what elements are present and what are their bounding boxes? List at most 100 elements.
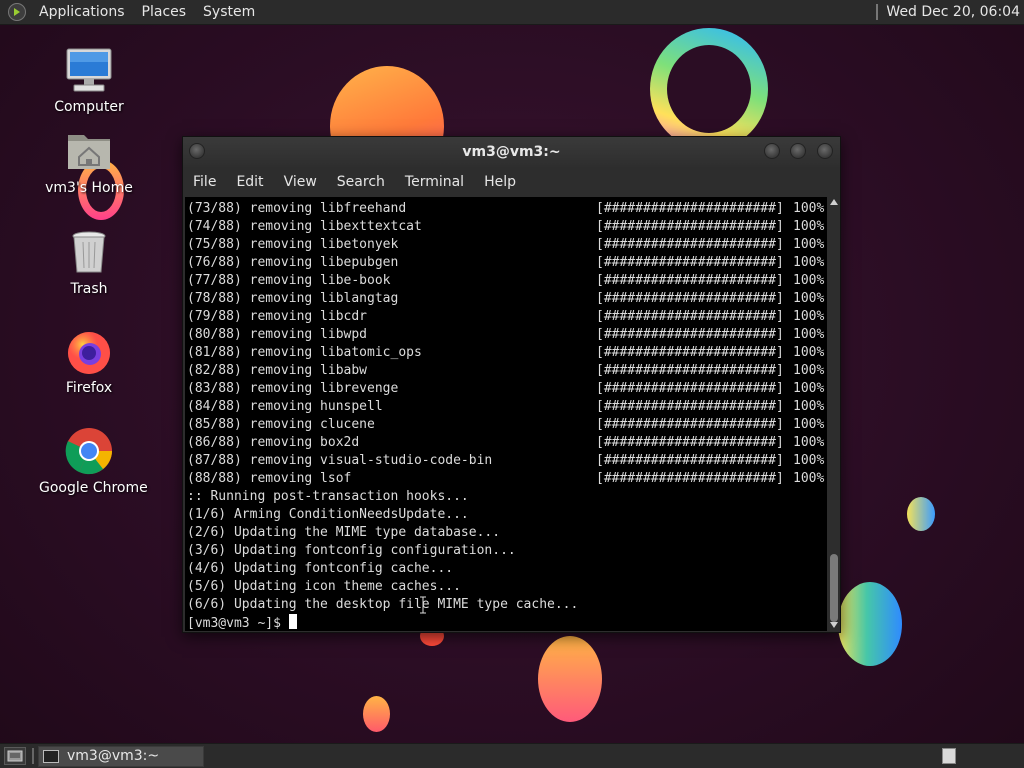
progress-percent: 100%: [793, 291, 825, 306]
removal-text: (85/88) removing clucene: [187, 417, 375, 432]
hook-line: (5/6) Updating icon theme caches...: [187, 579, 461, 594]
removal-line: (81/88) removing libatomic_ops [#########…: [187, 344, 827, 362]
applications-menu[interactable]: Applications: [35, 2, 129, 22]
removal-text: (73/88) removing libfreehand: [187, 201, 407, 216]
progress-percent: 100%: [793, 417, 825, 432]
menu-view[interactable]: View: [274, 167, 327, 197]
desktop-icon-label: vm3's Home: [45, 180, 133, 196]
removal-text: (74/88) removing libexttextcat: [187, 219, 422, 234]
removal-line: (79/88) removing libcdr [################…: [187, 308, 827, 326]
removal-text: (75/88) removing libetonyek: [187, 237, 399, 252]
progress-percent: 100%: [793, 345, 825, 360]
terminal-cursor: [288, 614, 297, 629]
terminal-output[interactable]: (73/88) removing libfreehand [###########…: [185, 197, 827, 631]
progress-bar-text: [######################]: [596, 201, 784, 216]
removal-text: (77/88) removing libe-book: [187, 273, 391, 288]
removal-text: (84/88) removing hunspell: [187, 399, 383, 414]
menu-terminal[interactable]: Terminal: [395, 167, 474, 197]
progress-bar-text: [######################]: [596, 363, 784, 378]
panel-right-area: Wed Dec 20, 06:04: [876, 0, 1024, 25]
places-menu[interactable]: Places: [138, 2, 191, 22]
progress-percent: 100%: [793, 273, 825, 288]
progress-percent: 100%: [793, 399, 825, 414]
scroll-thumb[interactable]: [830, 554, 838, 622]
menu-help[interactable]: Help: [474, 167, 526, 197]
maximize-button[interactable]: [790, 143, 806, 159]
removal-line: (86/88) removing box2d [#################…: [187, 434, 827, 452]
wallpaper-ring: [650, 28, 768, 150]
desktop-icon-label: Trash: [70, 281, 108, 297]
hook-log: :: Running post-transaction hooks... (1/6…: [187, 488, 827, 614]
progress-percent: 100%: [793, 471, 825, 486]
taskbar-item-label: vm3@vm3:~: [67, 748, 160, 764]
close-button[interactable]: [817, 143, 833, 159]
hook-line: (2/6) Updating the MIME type database...: [187, 525, 501, 540]
progress-bar-text: [######################]: [596, 471, 784, 486]
progress-percent: 100%: [793, 309, 825, 324]
hook-line: (6/6) Updating the desktop file MIME typ…: [187, 597, 579, 612]
terminal-menubar: File Edit View Search Terminal Help: [183, 167, 840, 197]
scroll-down-arrow-icon[interactable]: [830, 622, 838, 628]
removal-line: (80/88) removing libwpd [################…: [187, 326, 827, 344]
progress-bar-text: [######################]: [596, 237, 784, 252]
removal-text: (88/88) removing lsof: [187, 471, 352, 486]
removal-line: (82/88) removing libabw [################…: [187, 362, 827, 380]
firefox-icon: [65, 327, 113, 375]
panel-separator: [876, 4, 879, 20]
removal-text: (81/88) removing libatomic_ops: [187, 345, 422, 360]
menu-edit[interactable]: Edit: [226, 167, 273, 197]
removal-line: (85/88) removing clucene [###############…: [187, 416, 827, 434]
clock[interactable]: Wed Dec 20, 06:04: [886, 4, 1020, 20]
removal-text: (87/88) removing visual-studio-code-bin: [187, 453, 493, 468]
scroll-up-arrow-icon[interactable]: [830, 199, 838, 205]
desktop-icon-firefox[interactable]: Firefox: [39, 327, 139, 396]
desktop-icon-chrome[interactable]: Google Chrome: [39, 427, 148, 496]
progress-bar-text: [######################]: [596, 291, 784, 306]
minimize-button[interactable]: [764, 143, 780, 159]
desktop-icon-label: Computer: [54, 99, 124, 115]
desktop-icon-home[interactable]: vm3's Home: [39, 127, 139, 196]
wallpaper-small-orange-orb: [363, 696, 390, 732]
removal-line: (74/88) removing libexttextcat [#########…: [187, 218, 827, 236]
desktop-icon-computer[interactable]: Computer: [39, 46, 139, 115]
wallpaper-blue-orb: [838, 582, 902, 666]
workspace-switcher[interactable]: [942, 748, 956, 764]
wallpaper-small-orb: [907, 497, 935, 531]
system-menu[interactable]: System: [199, 2, 259, 22]
menu-file[interactable]: File: [183, 167, 226, 197]
progress-percent: 100%: [793, 237, 825, 252]
removal-log: (73/88) removing libfreehand [###########…: [187, 200, 827, 488]
removal-text: (83/88) removing librevenge: [187, 381, 399, 396]
prompt-line[interactable]: [vm3@vm3 ~]$: [187, 614, 827, 631]
hook-line: (1/6) Arming ConditionNeedsUpdate...: [187, 507, 469, 522]
progress-bar-text: [######################]: [596, 255, 784, 270]
terminal-icon: [43, 749, 59, 763]
terminal-window[interactable]: vm3@vm3:~ File Edit View Search Terminal…: [182, 136, 841, 633]
removal-line: (87/88) removing visual-studio-code-bin […: [187, 452, 827, 470]
window-titlebar[interactable]: vm3@vm3:~: [183, 137, 840, 167]
removal-line: (78/88) removing liblangtag [############…: [187, 290, 827, 308]
removal-line: (88/88) removing lsof [##################…: [187, 470, 827, 488]
progress-bar-text: [######################]: [596, 453, 784, 468]
hook-line: (3/6) Updating fontconfig configuration.…: [187, 543, 516, 558]
show-desktop-icon[interactable]: [4, 747, 26, 765]
progress-percent: 100%: [793, 363, 825, 378]
removal-text: (82/88) removing libabw: [187, 363, 368, 378]
removal-line: (73/88) removing libfreehand [###########…: [187, 200, 827, 218]
home-folder-icon: [65, 127, 113, 175]
progress-bar-text: [######################]: [596, 417, 784, 432]
menu-search[interactable]: Search: [327, 167, 395, 197]
progress-bar-text: [######################]: [596, 273, 784, 288]
bottom-panel: vm3@vm3:~: [0, 743, 1024, 768]
progress-bar-text: [######################]: [596, 309, 784, 324]
terminal-scrollbar[interactable]: [828, 197, 840, 631]
removal-text: (79/88) removing libcdr: [187, 309, 368, 324]
taskbar-item-terminal[interactable]: vm3@vm3:~: [38, 745, 204, 767]
window-menu-button[interactable]: [189, 143, 205, 159]
removal-line: (84/88) removing hunspell [##############…: [187, 398, 827, 416]
removal-text: (78/88) removing liblangtag: [187, 291, 399, 306]
shell-prompt: [vm3@vm3 ~]$: [187, 616, 289, 631]
applications-menu-icon[interactable]: [8, 3, 26, 21]
desktop-icon-trash[interactable]: Trash: [39, 228, 139, 297]
desktop-icon-label: Google Chrome: [39, 480, 148, 496]
